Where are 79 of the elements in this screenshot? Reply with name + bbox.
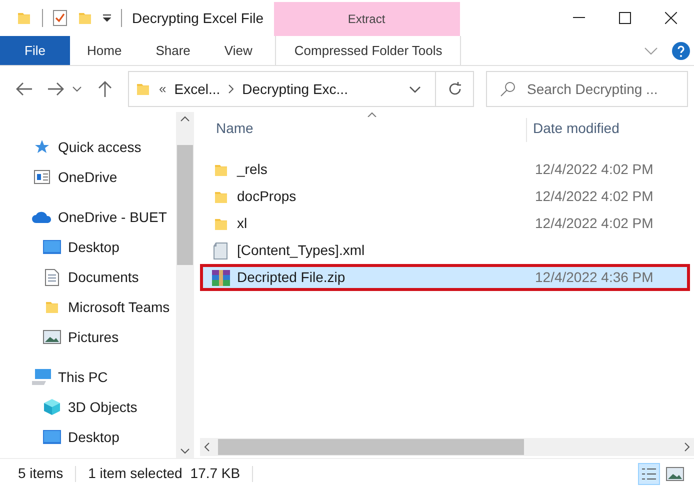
chevron-down-icon[interactable] xyxy=(72,86,82,92)
ribbon-tab[interactable]: Share xyxy=(138,36,208,65)
search-field[interactable]: Search Decrypting ... xyxy=(486,71,688,107)
archive-icon xyxy=(211,268,231,286)
file-row[interactable]: Decripted File.zip 12/4/2022 4:36 PM xyxy=(200,264,690,291)
checklist-icon[interactable] xyxy=(53,10,67,26)
window-icon xyxy=(34,170,50,184)
folder-icon xyxy=(77,10,93,26)
item-count: 5 items xyxy=(18,464,64,483)
file-name: _rels xyxy=(237,160,268,179)
navigation-item[interactable]: Microsoft Teams xyxy=(68,296,170,318)
file-name: docProps xyxy=(237,187,296,206)
vertical-scrollbar[interactable] xyxy=(176,112,194,458)
cloud-icon xyxy=(32,211,52,223)
file-name: Decripted File.zip xyxy=(237,268,346,287)
file-row[interactable]: xl 12/4/2022 4:02 PM xyxy=(200,210,690,237)
up-arrow-icon[interactable] xyxy=(98,81,112,97)
folder-icon xyxy=(16,10,32,26)
folder-icon xyxy=(135,81,151,97)
back-arrow-icon[interactable] xyxy=(16,82,32,96)
breadcrumb[interactable]: Excel... xyxy=(174,78,220,100)
refresh-icon xyxy=(446,81,462,97)
document-icon xyxy=(45,268,59,286)
details-view-button[interactable] xyxy=(638,462,660,484)
file-row[interactable]: _rels 12/4/2022 4:02 PM xyxy=(200,156,690,183)
date-modified: 12/4/2022 4:02 PM xyxy=(534,214,654,233)
picture-icon xyxy=(43,330,61,344)
monitor-icon xyxy=(43,430,61,444)
details-list-icon xyxy=(642,468,656,480)
navigation-item[interactable]: Documents xyxy=(68,266,139,288)
overflow-chevron[interactable]: « xyxy=(159,79,166,99)
file-row[interactable]: docProps 12/4/2022 4:02 PM xyxy=(200,183,690,210)
navigation-item[interactable]: This PC xyxy=(58,366,108,388)
navigation-item[interactable]: OneDrive - BUET xyxy=(58,206,167,228)
search-icon xyxy=(500,81,516,97)
file-name: xl xyxy=(237,214,248,233)
minimize-icon xyxy=(573,17,585,19)
picture-icon xyxy=(666,466,684,480)
file-row[interactable]: [Content_Types].xml xyxy=(200,237,690,264)
scroll-down-icon[interactable] xyxy=(180,448,190,454)
computer-icon xyxy=(32,369,52,385)
folder-icon xyxy=(44,299,60,315)
forward-arrow-icon[interactable] xyxy=(48,82,64,96)
monitor-icon xyxy=(43,240,61,254)
address-bar[interactable]: « Excel... Decrypting Exc... xyxy=(128,71,474,107)
breadcrumb[interactable]: Decrypting Exc... xyxy=(242,78,348,100)
scroll-left-icon[interactable] xyxy=(204,442,210,452)
maximize-icon xyxy=(619,12,631,24)
scroll-right-icon[interactable] xyxy=(684,442,690,452)
navigation-item[interactable]: Pictures xyxy=(68,326,119,348)
horizontal-scrollbar[interactable] xyxy=(200,438,694,456)
navigation-item[interactable]: OneDrive xyxy=(58,166,118,188)
column-header[interactable]: Name xyxy=(200,118,526,142)
help-icon[interactable] xyxy=(672,42,690,60)
chevron-right-icon xyxy=(228,84,234,94)
date-modified: 12/4/2022 4:02 PM xyxy=(534,187,654,206)
document-icon xyxy=(212,242,230,260)
star-icon xyxy=(34,139,50,155)
ribbon-tab[interactable]: Compressed Folder Tools xyxy=(275,36,462,65)
selection-info: 1 item selected xyxy=(88,464,182,483)
close-icon xyxy=(665,12,677,24)
ribbon-tab[interactable]: Home xyxy=(70,36,139,65)
column-header[interactable]: Date modified xyxy=(526,118,620,142)
window-title: Decrypting Excel File xyxy=(132,8,264,28)
file-name: [Content_Types].xml xyxy=(237,241,365,260)
context-tab-header: Extract xyxy=(274,2,460,36)
ribbon-tab[interactable]: View xyxy=(207,36,270,65)
selection-size: 17.7 KB xyxy=(190,464,240,483)
navigation-item[interactable]: Desktop xyxy=(68,426,120,448)
navigation-item[interactable]: Quick access xyxy=(58,136,142,158)
dropdown-icon[interactable] xyxy=(103,14,111,22)
scroll-up-icon[interactable] xyxy=(180,116,190,122)
date-modified: 12/4/2022 4:36 PM xyxy=(534,268,654,287)
file-tab[interactable]: File xyxy=(0,36,70,65)
navigation-item[interactable]: 3D Objects xyxy=(68,396,138,418)
cube-icon xyxy=(43,398,61,416)
date-modified: 12/4/2022 4:02 PM xyxy=(534,160,654,179)
navigation-item[interactable]: Desktop xyxy=(68,236,120,258)
chevron-down-icon[interactable] xyxy=(409,86,421,92)
